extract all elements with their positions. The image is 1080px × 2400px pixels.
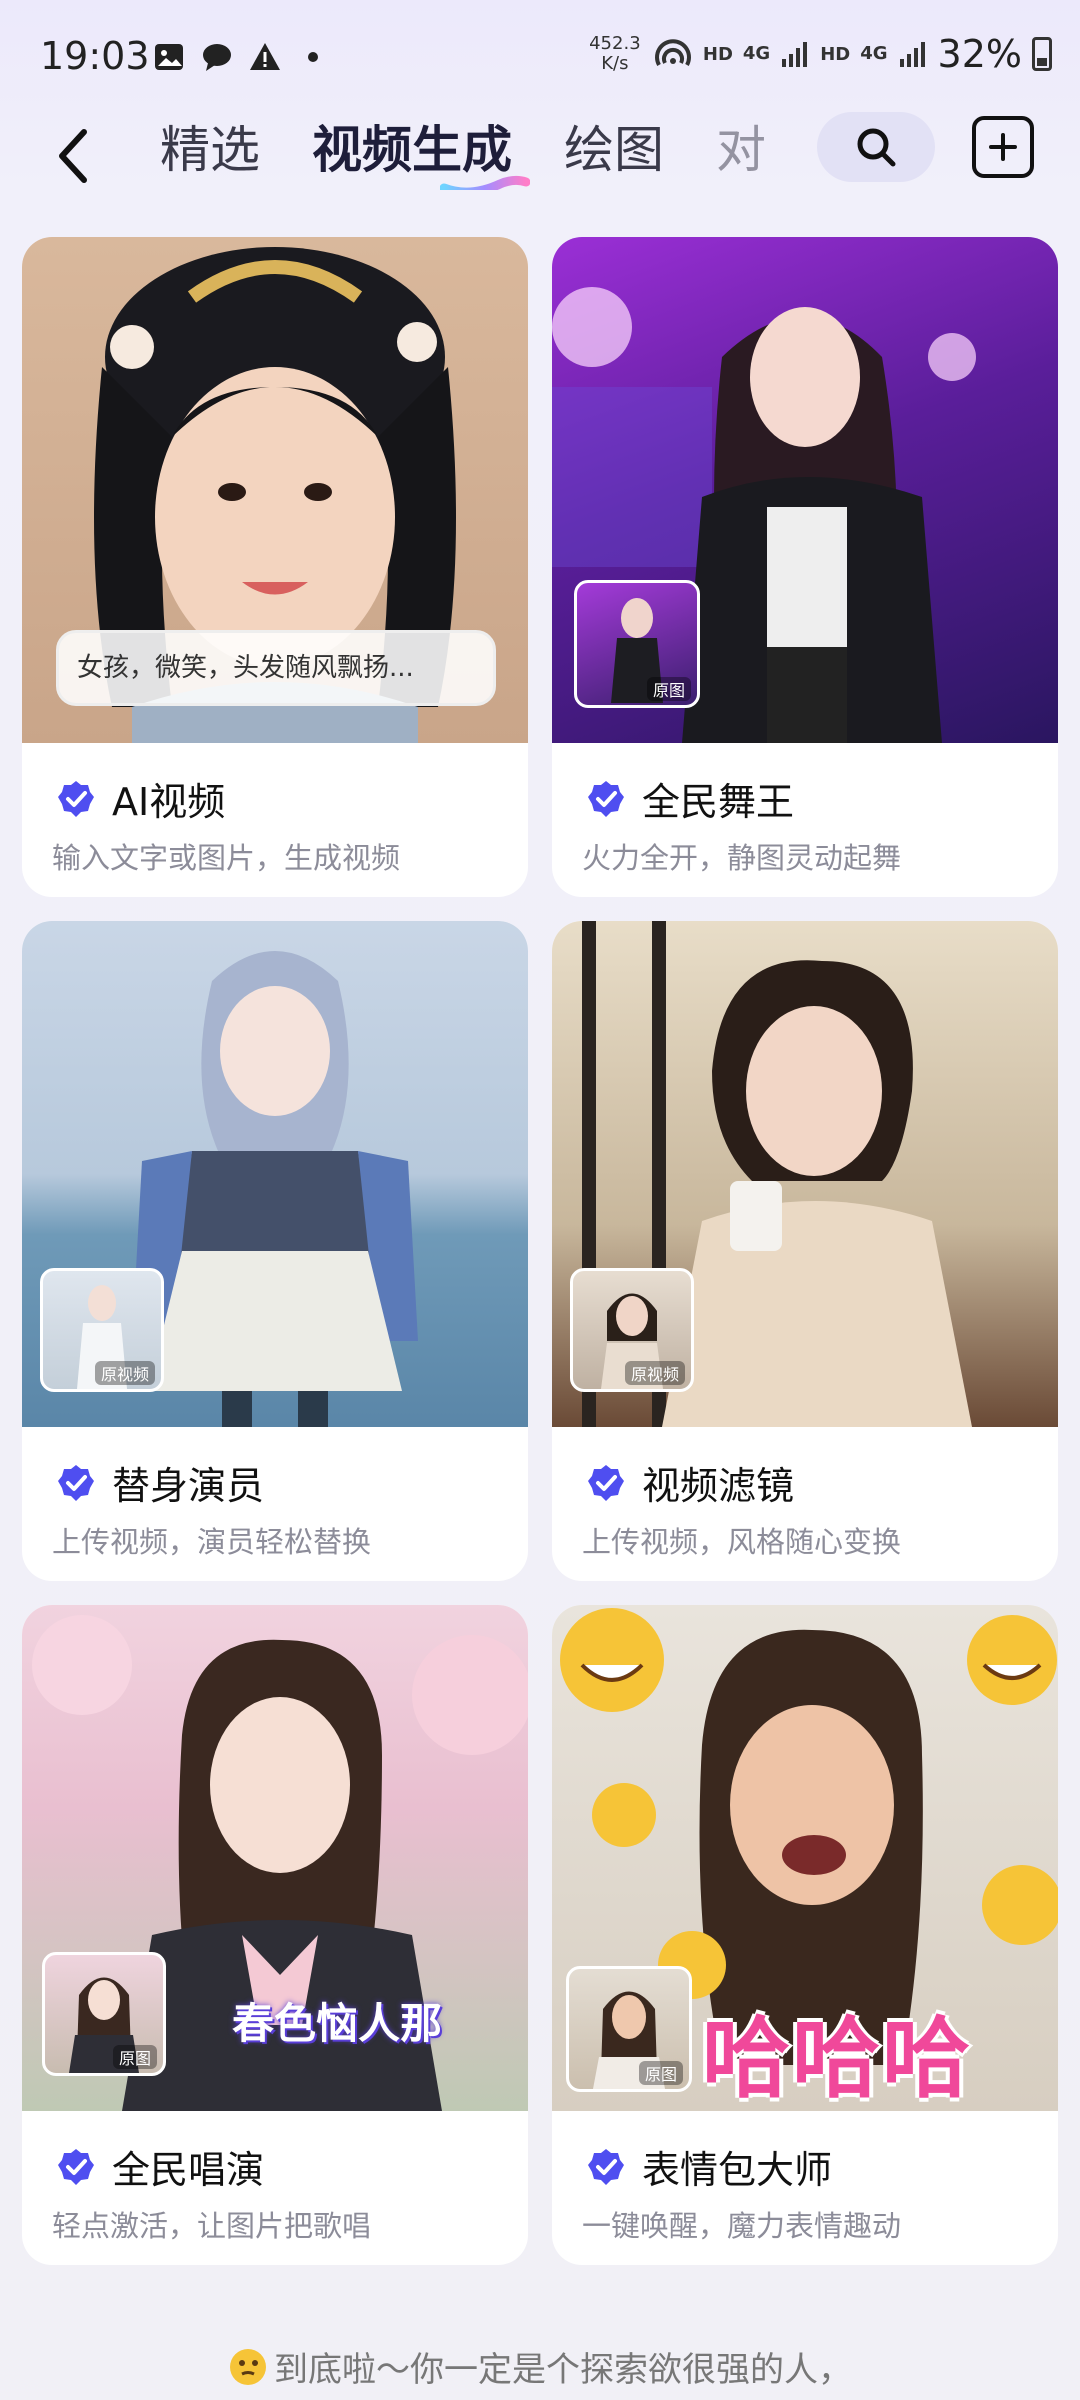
net-speed: 452.3 K/s	[587, 34, 643, 74]
lyric-overlay: 春色恼人那	[232, 1999, 443, 2048]
status-time: 19:03	[40, 34, 150, 78]
original-image-thumb: 原图	[574, 580, 700, 708]
tab-featured[interactable]: 精选	[160, 110, 260, 190]
original-label: 原视频	[624, 1361, 685, 1385]
card-thumbnail: 原图 哈哈哈	[552, 1605, 1058, 2111]
footer-text: 到底啦～你一定是个探索欲很强的人，	[274, 2350, 852, 2390]
original-label: 原图	[646, 677, 691, 701]
add-button[interactable]	[972, 116, 1034, 178]
notification-icons	[152, 40, 330, 74]
card-thumbnail: 原视频	[552, 921, 1058, 1427]
card-thumbnail: 女孩，微笑，头发随风飘扬...	[22, 237, 528, 743]
card-title: 视频滤镜	[642, 1464, 795, 1508]
card-subtitle: 上传视频，风格随心变换	[582, 1525, 902, 1559]
original-image-thumb: 原图	[566, 1966, 692, 2092]
verified-badge-icon	[58, 1464, 94, 1501]
search-button[interactable]	[817, 112, 935, 182]
feature-card-meme-master[interactable]: 原图 哈哈哈 表情包大师 一键唤醒，魔力表情趣动	[552, 1605, 1058, 2265]
card-title: 替身演员	[112, 1464, 265, 1508]
card-subtitle: 上传视频，演员轻松替换	[52, 1525, 372, 1559]
back-button[interactable]	[46, 116, 106, 196]
card-title: 全民唱演	[112, 2148, 265, 2192]
plus-icon	[989, 133, 1017, 161]
chat-icon	[203, 44, 231, 71]
meme-overlay: 哈哈哈	[702, 2007, 973, 2110]
card-subtitle: 轻点激活，让图片把歌唱	[52, 2209, 372, 2243]
card-thumbnail: 原视频	[22, 921, 528, 1427]
prompt-preview: 女孩，微笑，头发随风飘扬...	[56, 630, 496, 706]
battery-percent: 32%	[937, 32, 1022, 76]
search-icon	[857, 128, 896, 167]
hd-label-2: HD	[820, 43, 851, 65]
tab-bar: 精选 视频生成 绘图 对	[160, 110, 780, 190]
original-label: 原图	[638, 2061, 683, 2085]
card-thumbnail: 原图	[552, 237, 1058, 743]
tab-video-generation[interactable]: 视频生成	[312, 110, 530, 190]
verified-badge-icon	[588, 2148, 624, 2185]
tab-drawing[interactable]: 绘图	[564, 110, 664, 190]
original-video-thumb: 原视频	[40, 1268, 164, 1392]
card-title-row: 替身演员	[56, 1455, 264, 1510]
net-speed-value: 452.3	[589, 33, 641, 54]
card-subtitle: 一键唤醒，魔力表情趣动	[582, 2209, 902, 2243]
network-type-1: 4G	[742, 43, 771, 64]
card-title: 全民舞王	[642, 780, 795, 824]
net-speed-unit: K/s	[601, 53, 629, 74]
card-title-row: 全民唱演	[56, 2139, 264, 2194]
card-title: AI视频	[112, 780, 226, 824]
card-subtitle: 火力全开，静图灵动起舞	[582, 841, 902, 875]
card-title-row: 全民舞王	[586, 771, 794, 826]
signal-icon-1	[782, 42, 808, 67]
status-right: 452.3 K/s HD 4G HD 4G 32%	[587, 32, 1052, 76]
active-tab-indicator	[440, 175, 530, 190]
tab-video-generation-label: 视频生成	[312, 121, 512, 179]
status-bar: 19:03 452.3 K/s HD 4G HD 4G 32%	[0, 0, 1080, 120]
card-thumbnail: 原图 春色恼人那	[22, 1605, 528, 2111]
battery-icon	[1032, 37, 1052, 71]
verified-badge-icon	[58, 2148, 94, 2185]
feature-card-stand-in[interactable]: 原视频 替身演员 上传视频，演员轻松替换	[22, 921, 528, 1581]
tab-more[interactable]: 对	[716, 110, 766, 190]
feature-grid: 女孩，微笑，头发随风飘扬... AI视频 输入文字或图片，生成视频 原图 全民舞…	[22, 237, 1058, 2265]
end-of-list-message: 到底啦～你一定是个探索欲很强的人，	[0, 2342, 1080, 2391]
top-nav: 精选 视频生成 绘图 对	[0, 110, 1080, 230]
original-video-thumb: 原视频	[570, 1268, 694, 1392]
hotspot-icon	[654, 39, 691, 66]
warning-icon	[250, 43, 280, 70]
thinking-face-icon	[230, 2349, 266, 2385]
verified-badge-icon	[58, 780, 94, 817]
feature-card-video-filter[interactable]: 原视频 视频滤镜 上传视频，风格随心变换	[552, 921, 1058, 1581]
feature-card-ai-video[interactable]: 女孩，微笑，头发随风飘扬... AI视频 输入文字或图片，生成视频	[22, 237, 528, 897]
card-title: 表情包大师	[642, 2148, 833, 2192]
dot-icon	[308, 52, 318, 62]
hd-label-1: HD	[702, 43, 733, 65]
original-label: 原图	[112, 2045, 157, 2069]
network-type-2: 4G	[860, 43, 888, 64]
gallery-icon	[155, 44, 183, 70]
original-label: 原视频	[94, 1361, 155, 1385]
card-title-row: 视频滤镜	[586, 1455, 794, 1510]
signal-icon-2	[899, 42, 925, 67]
original-image-thumb: 原图	[42, 1952, 166, 2076]
feature-card-dance-king[interactable]: 原图 全民舞王 火力全开，静图灵动起舞	[552, 237, 1058, 897]
feature-card-sing[interactable]: 原图 春色恼人那 全民唱演 轻点激活，让图片把歌唱	[22, 1605, 528, 2265]
card-title-row: 表情包大师	[586, 2139, 832, 2194]
card-title-row: AI视频	[56, 771, 225, 826]
card-subtitle: 输入文字或图片，生成视频	[52, 841, 401, 875]
verified-badge-icon	[588, 780, 624, 817]
verified-badge-icon	[588, 1464, 624, 1501]
